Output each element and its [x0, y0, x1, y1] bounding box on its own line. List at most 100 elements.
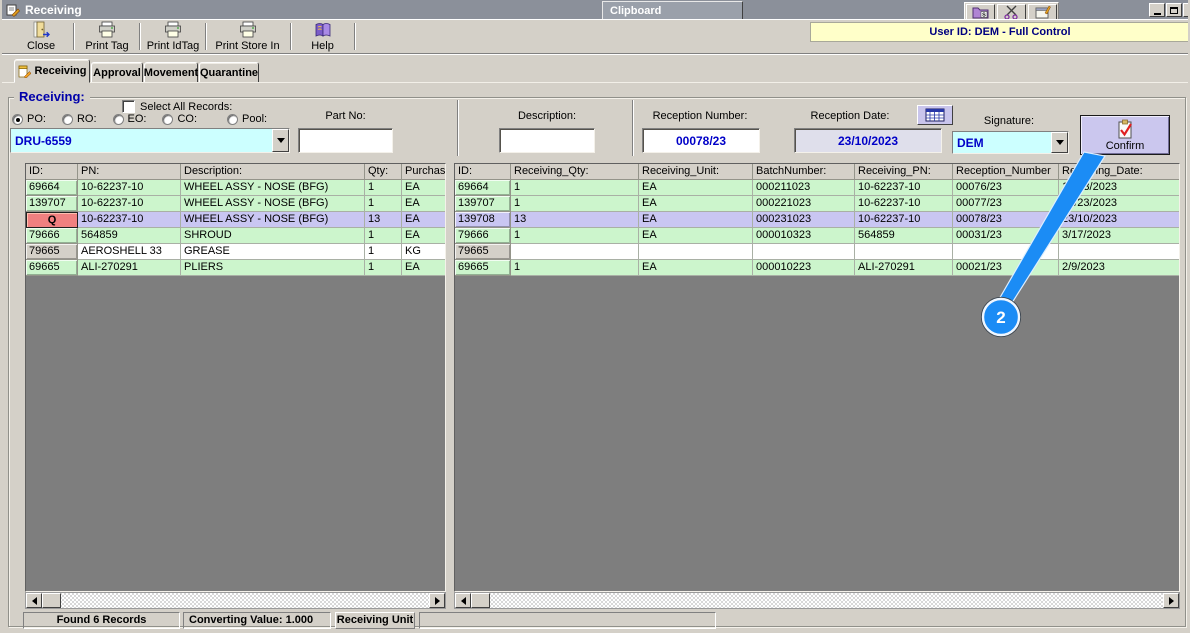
reception-number-field[interactable]: 00078/23	[642, 128, 760, 153]
close-button[interactable]: Close	[10, 21, 72, 52]
radio-co[interactable]: CO:	[162, 113, 197, 125]
column-header[interactable]: PN:	[78, 164, 181, 180]
help-button[interactable]: Help	[293, 21, 352, 52]
column-header[interactable]: BatchNumber:	[753, 164, 855, 180]
grid-cell[interactable]: 1	[365, 228, 402, 244]
calendar-button[interactable]	[917, 105, 953, 125]
grid-cell[interactable]: 13	[511, 212, 639, 228]
grid-cell[interactable]	[855, 244, 953, 260]
column-header[interactable]: Reception_Number	[953, 164, 1059, 180]
minimize-button[interactable]	[1149, 3, 1165, 17]
table-row[interactable]: 79665 AEROSHELL 33 GREASE 1 KG	[26, 244, 445, 260]
print-idtag-button[interactable]: Print IdTag	[141, 21, 205, 52]
grid-cell[interactable]: 564859	[855, 228, 953, 244]
right-grid-hscrollbar[interactable]	[454, 592, 1180, 609]
signature-combobox[interactable]: DEM	[952, 131, 1069, 154]
row-id-cell[interactable]: 139707	[26, 196, 78, 212]
left-grid-hscrollbar[interactable]	[25, 592, 446, 609]
row-id-cell[interactable]: 69665	[26, 260, 78, 276]
grid-cell[interactable]: 1	[365, 180, 402, 196]
table-row[interactable]: 69665 1 EA 000010223 ALI-270291 00021/23 2/9/2…	[455, 260, 1179, 276]
scroll-left-button[interactable]	[26, 593, 42, 608]
chevron-down-icon[interactable]	[1051, 132, 1068, 153]
table-row[interactable]: 139707 1 EA 000221023 10-62237-10 00077/23 10/…	[455, 196, 1179, 212]
column-header[interactable]: Description:	[181, 164, 365, 180]
grid-cell[interactable]: 10-62237-10	[855, 196, 953, 212]
grid-cell[interactable]: 13	[365, 212, 402, 228]
part-no-input[interactable]	[298, 128, 393, 153]
tab-approval[interactable]: Approval	[91, 62, 143, 83]
grid-cell[interactable]: 00076/23	[953, 180, 1059, 196]
grid-cell[interactable]: 10-62237-10	[78, 180, 181, 196]
grid-cell[interactable]: 000010223	[753, 260, 855, 276]
grid-cell[interactable]: ALI-270291	[855, 260, 953, 276]
grid-cell[interactable]: WHEEL ASSY - NOSE (BFG)	[181, 180, 365, 196]
grid-cell[interactable]: 00031/23	[953, 228, 1059, 244]
grid-cell[interactable]: EA	[402, 228, 445, 244]
clipboard-window-titlebar[interactable]: Clipboard	[602, 1, 743, 21]
grid-cell[interactable]: 1	[365, 244, 402, 260]
column-header[interactable]: ID:	[26, 164, 78, 180]
radio-ro[interactable]: RO:	[61, 113, 97, 125]
grid-cell[interactable]: 1	[511, 260, 639, 276]
row-id-cell[interactable]: 69664	[455, 180, 511, 196]
grid-cell[interactable]: 00021/23	[953, 260, 1059, 276]
grid-cell[interactable]: EA	[639, 196, 753, 212]
select-all-records-checkbox[interactable]: Select All Records:	[122, 100, 232, 113]
column-header[interactable]: Receiving_Date:	[1059, 164, 1179, 180]
grid-cell[interactable]: 1	[365, 196, 402, 212]
table-row[interactable]: 69664 10-62237-10 WHEEL ASSY - NOSE (BFG) 1…	[26, 180, 445, 196]
grid-cell[interactable]	[953, 244, 1059, 260]
grid-cell[interactable]	[639, 244, 753, 260]
radio-po[interactable]: PO:	[12, 113, 46, 125]
grid-cell[interactable]: EA	[402, 212, 445, 228]
grid-cell[interactable]: EA	[639, 212, 753, 228]
quarantine-button[interactable]: Q	[26, 212, 78, 228]
print-tag-button[interactable]: Print Tag	[76, 21, 138, 52]
close-window-button[interactable]: ×	[1183, 3, 1188, 17]
row-id-cell[interactable]: 79666	[455, 228, 511, 244]
row-id-cell[interactable]: 79666	[26, 228, 78, 244]
grid-cell[interactable]: WHEEL ASSY - NOSE (BFG)	[181, 196, 365, 212]
grid-cell[interactable]: 2/9/2023	[1059, 260, 1179, 276]
grid-cell[interactable]: 10/23/2023	[1059, 196, 1179, 212]
scroll-right-button[interactable]	[1163, 593, 1179, 608]
chevron-down-icon[interactable]	[272, 129, 289, 152]
grid-cell[interactable]: 00078/23	[953, 212, 1059, 228]
order-number-combobox[interactable]: DRU-6559	[10, 128, 290, 153]
scrollbar-thumb[interactable]	[42, 593, 61, 608]
print-store-in-button[interactable]: Print Store In	[207, 21, 288, 52]
grid-cell[interactable]: EA	[402, 196, 445, 212]
row-id-cell[interactable]: 79665	[26, 244, 78, 260]
grid-cell[interactable]: KG	[402, 244, 445, 260]
grid-cell[interactable]: SHROUD	[181, 228, 365, 244]
grid-cell[interactable]: EA	[639, 180, 753, 196]
grid-cell[interactable]: WHEEL ASSY - NOSE (BFG)	[181, 212, 365, 228]
scrollbar-thumb[interactable]	[471, 593, 490, 608]
grid-cell[interactable]: 3/17/2023	[1059, 228, 1179, 244]
restore-button[interactable]	[1166, 3, 1182, 17]
grid-cell[interactable]: 1	[365, 260, 402, 276]
grid-cell[interactable]: 10-62237-10	[78, 212, 181, 228]
tab-quarantine[interactable]: Quarantine	[199, 62, 259, 83]
grid-cell[interactable]: GREASE	[181, 244, 365, 260]
tab-movement[interactable]: Movement	[144, 62, 198, 83]
grid-cell[interactable]: 00077/23	[953, 196, 1059, 212]
grid-cell[interactable]: 1	[511, 180, 639, 196]
row-id-cell[interactable]: 139707	[455, 196, 511, 212]
table-row[interactable]: 69664 1 EA 000211023 10-62237-10 00076/23 10/2…	[455, 180, 1179, 196]
confirm-button[interactable]: Confirm	[1080, 115, 1170, 155]
row-id-cell[interactable]: 139708	[455, 212, 511, 228]
column-header[interactable]: Receiving_Qty:	[511, 164, 639, 180]
table-row[interactable]: 79665	[455, 244, 1179, 260]
grid-cell[interactable]: ALI-270291	[78, 260, 181, 276]
receiving-unit-button[interactable]: Receiving Unit	[335, 612, 415, 629]
grid-cell[interactable]: 1	[511, 228, 639, 244]
grid-cell[interactable]	[753, 244, 855, 260]
table-row[interactable]: 79666 1 EA 000010323 564859 00031/23 3/17/2023	[455, 228, 1179, 244]
column-header[interactable]: Receiving_PN:	[855, 164, 953, 180]
grid-cell[interactable]	[1059, 244, 1179, 260]
row-id-cell[interactable]: 69665	[455, 260, 511, 276]
radio-pool[interactable]: Pool:	[227, 113, 267, 125]
column-header[interactable]: Receiving_Unit:	[639, 164, 753, 180]
